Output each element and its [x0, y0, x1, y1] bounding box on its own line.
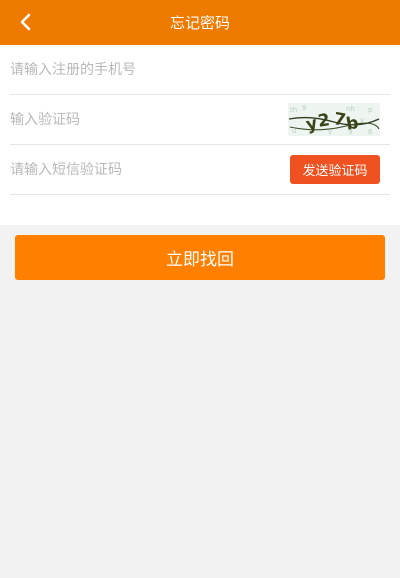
chevron-left-icon	[20, 13, 31, 31]
retrieve-button[interactable]: 立即找回	[15, 235, 385, 280]
svg-text:p: p	[368, 106, 373, 114]
phone-row	[0, 45, 400, 95]
captcha-row: th9nh pu8 v96 v y 2 7 b	[0, 95, 400, 145]
back-button[interactable]	[14, 10, 38, 34]
page-title: 忘记密码	[169, 14, 230, 32]
phone-input[interactable]	[10, 45, 390, 94]
app-header: 忘记密码	[0, 0, 400, 45]
captcha-input[interactable]	[10, 95, 270, 144]
svg-text:th: th	[290, 106, 297, 114]
send-code-button[interactable]: 发送验证码	[290, 155, 380, 184]
svg-text:9: 9	[302, 104, 306, 112]
svg-text:6: 6	[368, 128, 373, 136]
reset-form: th9nh pu8 v96 v y 2 7 b 发送验证码	[0, 45, 400, 225]
captcha-image[interactable]: th 9 nh pu 8 v96 v y 2 7 b	[288, 103, 380, 136]
divider	[10, 194, 390, 195]
sms-code-input[interactable]	[10, 145, 270, 194]
svg-text:nh: nh	[346, 105, 355, 113]
sms-row: 发送验证码	[0, 145, 400, 195]
